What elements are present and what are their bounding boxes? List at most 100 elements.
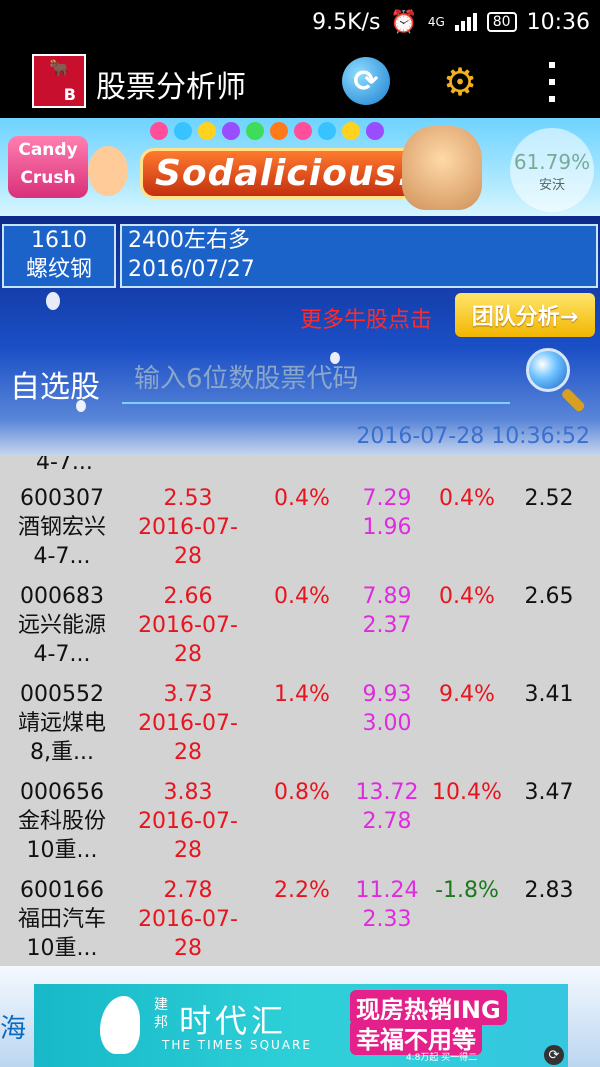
ad-progress-badge: 61.79% 安沃 bbox=[510, 128, 594, 212]
stock-date: 2016-07-28 bbox=[138, 809, 238, 863]
update-timestamp: 2016-07-28 10:36:52 bbox=[356, 424, 590, 449]
stock-price: 3.73 bbox=[163, 682, 213, 707]
stock-value-1: 9.93 bbox=[362, 682, 412, 707]
candy-crush-logo: Candy Crush bbox=[8, 136, 88, 198]
horse-logo-icon bbox=[100, 996, 140, 1054]
futures-info-box: 2400左右多 2016/07/27 bbox=[120, 224, 598, 288]
stock-code: 600166 bbox=[20, 878, 104, 903]
futures-tip[interactable]: 1610 螺纹钢 2400左右多 2016/07/27 bbox=[0, 224, 600, 292]
change-percent-2: 0.4% bbox=[439, 584, 495, 609]
snow-dot bbox=[46, 292, 60, 310]
table-row[interactable]: 000552 靖远煤电 8,重... 3.73 2016-07-28 1.4% 9.9… bbox=[0, 680, 600, 778]
stock-value-1: 7.29 bbox=[362, 486, 412, 511]
ad-character-girl bbox=[88, 146, 128, 196]
refresh-button[interactable]: ⟳ bbox=[342, 57, 390, 105]
stock-value-1: 11.24 bbox=[355, 878, 419, 903]
last-price: 2.83 bbox=[524, 878, 574, 903]
stock-name: 靖远煤电 bbox=[17, 711, 106, 736]
bottom-partial-text: 海 bbox=[0, 1014, 27, 1044]
stock-value-2: 3.00 bbox=[362, 711, 412, 736]
stock-list[interactable]: 4-7... 600307 酒钢宏兴 4-7... 2.53 2016-07-28 0… bbox=[0, 456, 600, 966]
table-row[interactable]: 000683 远兴能源 4-7... 2.66 2016-07-28 0.4% 7.8… bbox=[0, 582, 600, 680]
stock-value-2: 2.78 bbox=[362, 809, 412, 834]
stock-price: 3.83 bbox=[163, 780, 213, 805]
refresh-icon: ⟳ bbox=[353, 63, 379, 99]
stock-date: 2016-07-28 bbox=[138, 711, 238, 765]
network-type: 4G bbox=[427, 15, 445, 29]
table-row[interactable]: 000656 金科股份 10重... 3.83 2016-07-28 0.8% 13.… bbox=[0, 778, 600, 876]
battery-icon: 80 bbox=[486, 12, 517, 32]
change-percent: 1.4% bbox=[274, 682, 330, 707]
logo-letter: B bbox=[63, 85, 76, 104]
alarm-icon: ⏰ bbox=[390, 9, 418, 35]
more-stocks-link[interactable]: 更多牛股点击 bbox=[300, 302, 432, 334]
change-percent-2: 0.4% bbox=[439, 486, 495, 511]
last-price: 2.52 bbox=[524, 486, 574, 511]
stock-note: 4-7... bbox=[33, 642, 91, 667]
stock-price: 2.53 bbox=[163, 486, 213, 511]
table-row[interactable]: 600166 福田汽车 10重... 2.78 2016-07-28 2.2% 11.… bbox=[0, 876, 600, 966]
ad-character-yeti bbox=[402, 126, 482, 210]
stock-code: 600307 bbox=[20, 486, 104, 511]
search-button[interactable] bbox=[524, 346, 590, 413]
partial-row-text: 4-7... bbox=[36, 456, 93, 475]
search-icon bbox=[526, 348, 570, 392]
signal-icon bbox=[454, 13, 477, 31]
candy-decoration bbox=[150, 122, 384, 140]
app-logo: 🐂 B bbox=[32, 54, 86, 108]
bottom-ad-banner[interactable]: 建邦 时代汇 THE TIMES SQUARE 现房热销ING 幸福不用等 4.… bbox=[34, 984, 568, 1067]
bull-logo-icon: 🐂 bbox=[49, 58, 69, 77]
network-speed: 9.5K/s bbox=[312, 9, 381, 35]
stock-name: 金科股份 bbox=[17, 809, 106, 834]
ad-close-button[interactable]: ⟳ bbox=[544, 1045, 564, 1065]
app-title: 股票分析师 bbox=[96, 70, 246, 105]
app-bar: 🐂 B 股票分析师 ⟳ ⚙ bbox=[0, 44, 600, 118]
clock: 10:36 bbox=[526, 9, 590, 35]
stock-date: 2016-07-28 bbox=[138, 515, 238, 569]
change-percent: 2.2% bbox=[274, 878, 330, 903]
stock-code-input[interactable] bbox=[122, 356, 510, 404]
stock-name: 福田汽车 bbox=[17, 907, 106, 932]
stock-name: 酒钢宏兴 bbox=[17, 515, 106, 540]
ad-small-print: 4.8万起 买一得二 bbox=[406, 1053, 478, 1063]
stock-price: 2.66 bbox=[163, 584, 213, 609]
change-percent: 0.4% bbox=[274, 486, 330, 511]
settings-button[interactable]: ⚙ bbox=[436, 58, 484, 106]
futures-date: 2016/07/27 bbox=[128, 257, 255, 282]
ad-progress: 61.79% bbox=[513, 150, 591, 174]
stock-note: 10重... bbox=[26, 936, 98, 961]
stock-value-2: 1.96 bbox=[362, 515, 412, 540]
stock-date: 2016-07-28 bbox=[138, 907, 238, 961]
close-icon: ⟳ bbox=[548, 1047, 560, 1063]
overflow-menu-button[interactable] bbox=[540, 62, 564, 102]
team-analysis-button[interactable]: 团队分析→ bbox=[455, 293, 595, 337]
change-percent: 0.8% bbox=[274, 780, 330, 805]
gear-icon: ⚙ bbox=[442, 60, 478, 104]
last-price: 2.65 bbox=[524, 584, 574, 609]
watchlist-label: 自选股 bbox=[10, 370, 100, 405]
futures-code: 1610 bbox=[31, 228, 87, 253]
ad-brand-small: 建邦 bbox=[154, 997, 168, 1031]
stock-price: 2.78 bbox=[163, 878, 213, 903]
table-row[interactable]: 600307 酒钢宏兴 4-7... 2.53 2016-07-28 0.4% 7.2… bbox=[0, 484, 600, 582]
stock-note: 4-7... bbox=[33, 544, 91, 569]
ad-brand: 时代汇 bbox=[179, 1002, 288, 1040]
change-percent-2: -1.8% bbox=[435, 878, 499, 903]
top-ad-banner[interactable]: Candy Crush Sodalicious! 61.79% 安沃 bbox=[0, 118, 600, 216]
ad-brand-en: THE TIMES SQUARE bbox=[162, 1038, 312, 1052]
ad-network-label: 安沃 bbox=[538, 178, 565, 193]
stock-value-2: 2.33 bbox=[362, 907, 412, 932]
change-percent-2: 9.4% bbox=[439, 682, 495, 707]
change-percent: 0.4% bbox=[274, 584, 330, 609]
stock-code: 000656 bbox=[20, 780, 104, 805]
stock-note: 10重... bbox=[26, 838, 98, 863]
last-price: 3.47 bbox=[524, 780, 574, 805]
status-bar: 9.5K/s ⏰ 4G 80 10:36 bbox=[0, 0, 600, 44]
futures-code-box: 1610 螺纹钢 bbox=[2, 224, 116, 288]
futures-name: 螺纹钢 bbox=[25, 257, 92, 282]
last-price: 3.41 bbox=[524, 682, 574, 707]
change-percent-2: 10.4% bbox=[432, 780, 502, 805]
stock-date: 2016-07-28 bbox=[138, 613, 238, 667]
ad-headline: Sodalicious! bbox=[140, 148, 430, 199]
stock-value-2: 2.37 bbox=[362, 613, 412, 638]
